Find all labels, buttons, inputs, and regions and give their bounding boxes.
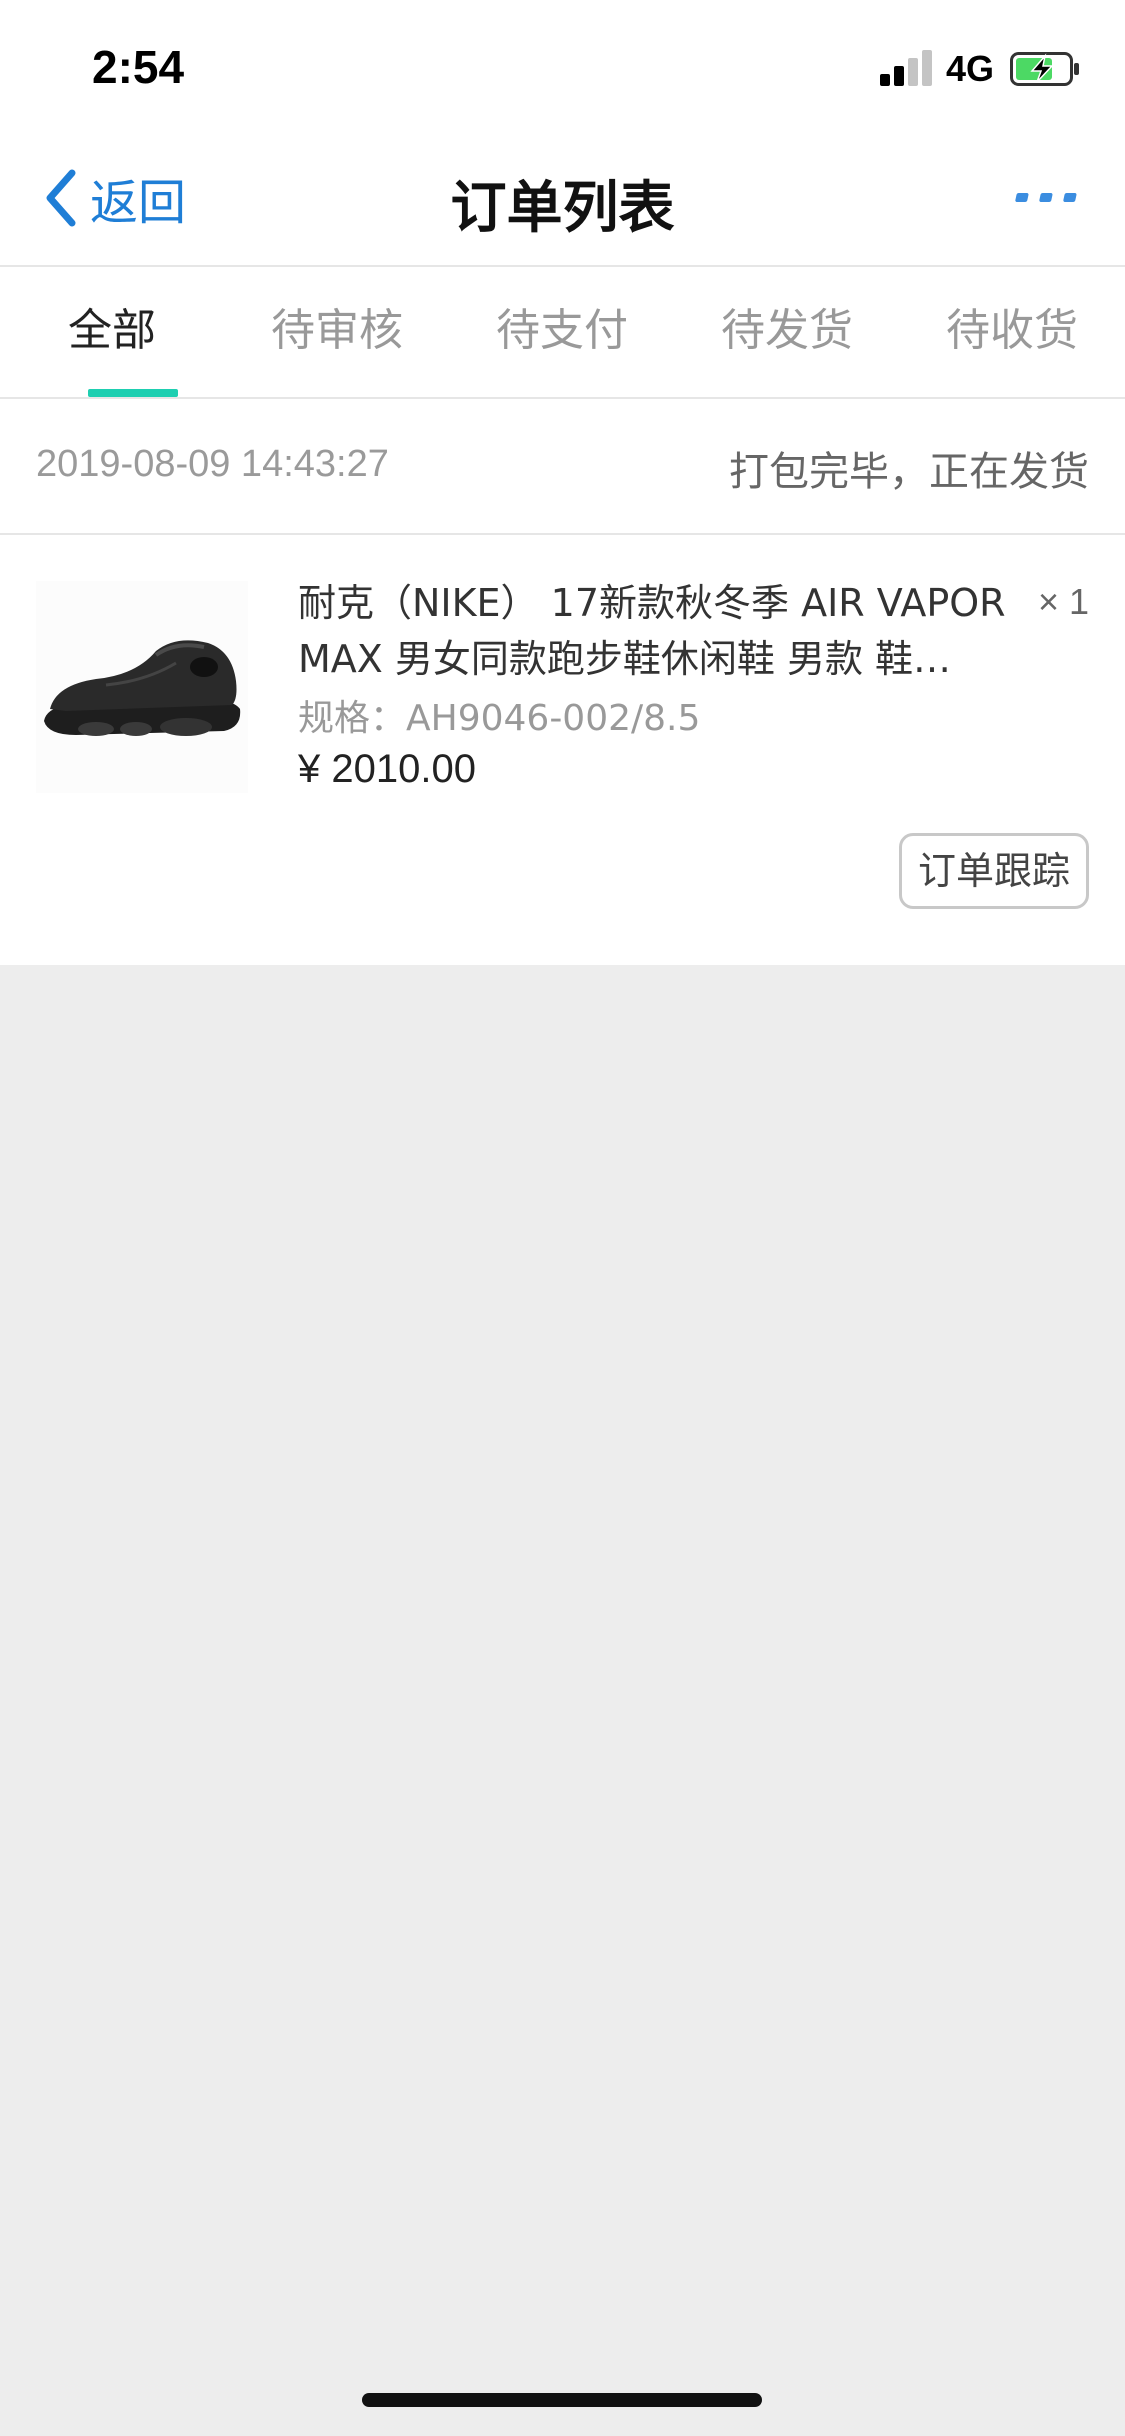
tab-all[interactable]: 全部 — [22, 267, 202, 397]
tab-pending-review[interactable]: 待审核 — [247, 267, 427, 397]
status-time: 2:54 — [92, 41, 185, 93]
tab-pending-shipment[interactable]: 待发货 — [697, 267, 877, 397]
product-spec: 规格：AH9046-002/8.5 — [298, 698, 701, 739]
signal-icon — [880, 50, 934, 86]
order-header: 2019-08-09 14:43:27 打包完毕，正在发货 — [0, 399, 1125, 535]
sneaker-image[interactable] — [36, 581, 248, 793]
product-name: 耐克（NIKE） 17新款秋冬季 AIR VAPORMAX 男女同款跑步鞋休闲鞋… — [298, 581, 1006, 681]
tab-pending-receipt[interactable]: 待收货 — [922, 267, 1102, 397]
tab-pending-payment[interactable]: 待支付 — [472, 267, 652, 397]
order-date: 2019-08-09 14:43:27 — [36, 443, 389, 485]
tab-label: 待收货 — [946, 305, 1078, 356]
tab-active-indicator — [88, 389, 178, 397]
page-title: 订单列表 — [450, 176, 675, 241]
more-dots-icon[interactable] — [1015, 183, 1085, 213]
home-indicator[interactable] — [362, 2393, 762, 2407]
track-order-button[interactable]: 订单跟踪 — [899, 833, 1089, 909]
battery-charging-icon — [1010, 52, 1079, 86]
navigation-bar: 返回 订单列表 — [0, 135, 1125, 267]
order-status-tabs: 全部 待审核 待支付 待发货 待收货 — [0, 267, 1125, 399]
tab-label: 待发货 — [721, 305, 853, 356]
status-bar: 2:54 4G — [0, 0, 1125, 135]
tab-label: 待支付 — [496, 305, 628, 356]
product-quantity: × 1 — [1037, 581, 1089, 622]
order-status: 打包完毕，正在发货 — [729, 449, 1089, 495]
tab-label: 全部 — [68, 305, 156, 356]
network-label: 4G — [946, 48, 995, 89]
product-price: ¥ 2010.00 — [298, 747, 476, 791]
order-card[interactable]: 2019-08-09 14:43:27 打包完毕，正在发货 耐克（NIKE） 1… — [0, 399, 1125, 965]
tab-label: 待审核 — [271, 305, 403, 356]
